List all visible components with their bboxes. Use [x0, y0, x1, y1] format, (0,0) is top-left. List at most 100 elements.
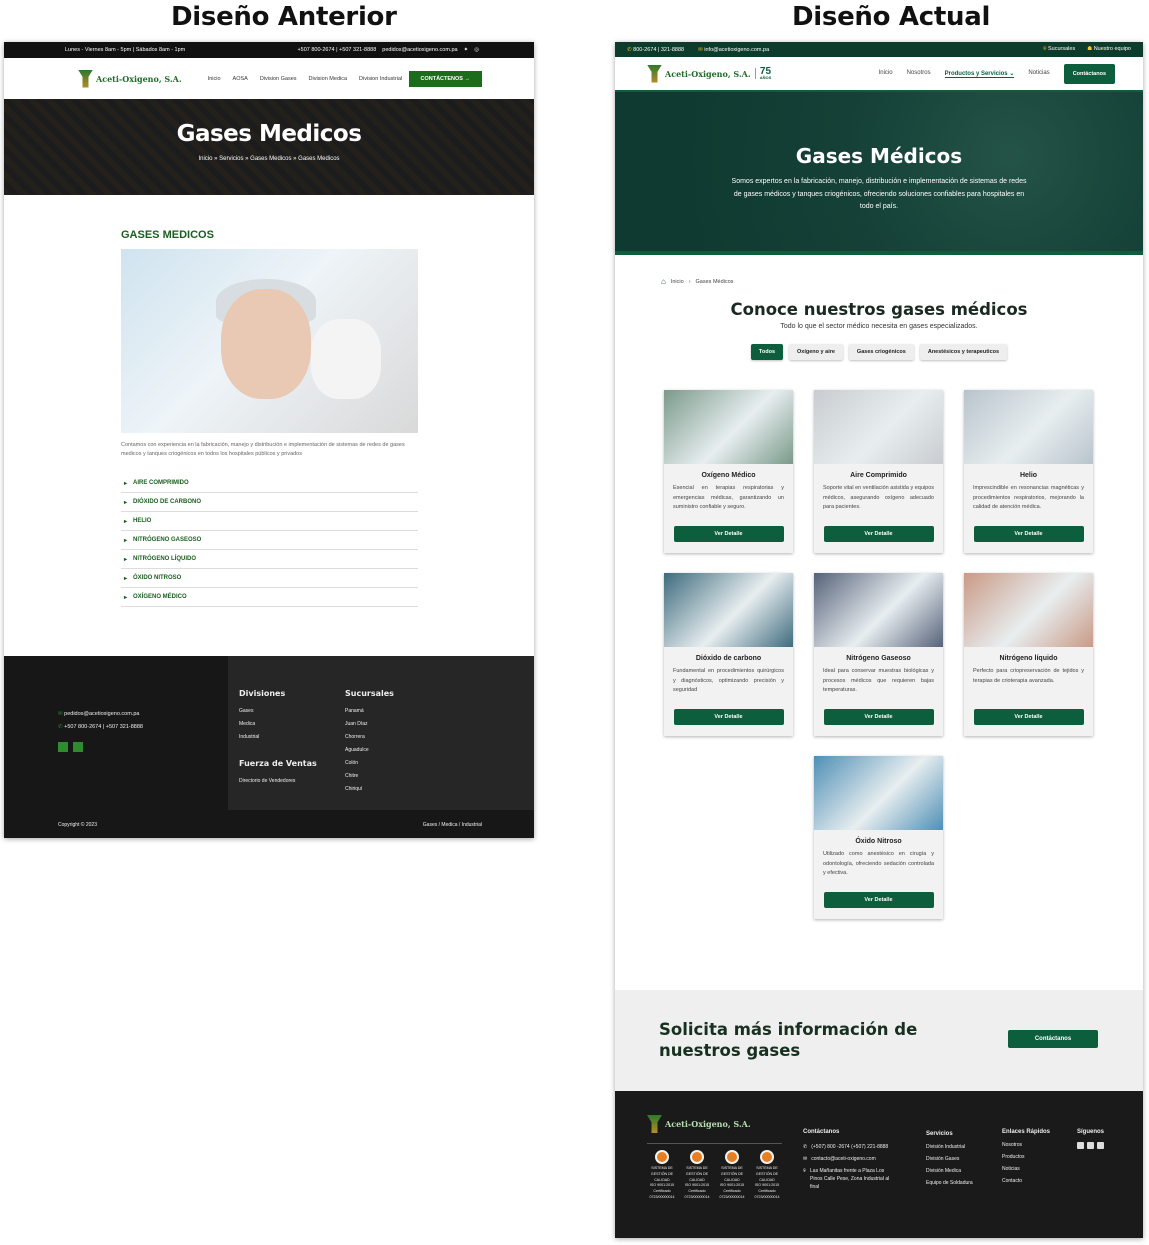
iso-certifications: SISTEMA DE GESTIÓN DE CALIDAD ISO 9001:20… — [647, 1143, 782, 1201]
old-footer-division-link[interactable]: Medica — [239, 718, 317, 731]
facebook-icon[interactable] — [1087, 1142, 1094, 1150]
accordion-item[interactable]: OXÍGENO MÉDICO — [121, 588, 418, 607]
footer-siguenos-title: Síguenos — [1077, 1129, 1105, 1135]
old-nav-link[interactable]: Inicio — [208, 76, 221, 82]
old-copyright: Copyright © 2023 — [58, 822, 97, 828]
product-photo — [814, 573, 943, 647]
old-topbar-email[interactable]: pedidos@acetioxigeno.com.pa — [382, 47, 457, 53]
old-footer-branch-link[interactable]: Chiriquí — [345, 783, 394, 796]
filter-tab[interactable]: Todos — [750, 344, 784, 360]
new-logo[interactable]: Aceti-Oxigeno, S.A. — [647, 64, 751, 83]
accordion-item[interactable]: NITRÓGENO LÍQUIDO — [121, 550, 418, 569]
footer-phone[interactable]: (+507) 800 -2674 (+507) 221-8888 — [811, 1143, 888, 1151]
location-pin-icon: ⌾ — [803, 1168, 807, 1175]
old-footer-division-link[interactable]: Gases — [239, 705, 317, 718]
old-footer-email[interactable]: ✉ pedidos@acetioxigeno.com.pa — [58, 708, 143, 721]
iso-seal-icon — [760, 1150, 774, 1164]
old-nav-link[interactable]: Division Industrial — [359, 76, 402, 82]
product-card[interactable]: Aire Comprimido Soporte vital en ventilac… — [814, 390, 943, 553]
iso-cert-badge: SISTEMA DE GESTIÓN DE CALIDAD ISO 9001:20… — [647, 1150, 677, 1201]
old-footer-links[interactable]: Gases / Medica / Industrial — [423, 822, 482, 828]
footer-logo[interactable]: Aceti-Oxigeno, S.A. — [647, 1115, 751, 1133]
twitter-icon[interactable]: ✦ — [464, 47, 469, 53]
product-card[interactable]: Helio Imprescindible en resonancias magné… — [964, 390, 1093, 553]
new-contact-button[interactable]: Contáctanos — [1063, 63, 1115, 84]
old-topbar-phone[interactable]: +507 800-2674 | +507 321-8888 — [297, 47, 376, 53]
old-footer-branch-link[interactable]: Juan Díaz — [345, 718, 394, 731]
accordion-item[interactable]: ÓXIDO NITROSO — [121, 569, 418, 588]
footer-servicio-link[interactable]: División Gases — [926, 1153, 973, 1165]
old-footer-sucursales-title: Sucursales — [345, 689, 394, 698]
accordion-item[interactable]: NITRÓGENO GASEOSO — [121, 531, 418, 550]
logo-mark-icon — [647, 64, 662, 83]
view-detail-button[interactable]: Ver Detalle — [973, 709, 1084, 725]
product-card[interactable]: Óxido Nitroso Utilizado como anestésico e… — [814, 756, 943, 919]
instagram-icon[interactable] — [73, 742, 83, 753]
old-footer-branch-link[interactable]: Colón — [345, 757, 394, 770]
footer-email[interactable]: contacto@aceti-oxigeno.com — [811, 1155, 876, 1163]
old-footer-division-link[interactable]: Industrial — [239, 731, 317, 744]
phone-icon: ✆ — [803, 1144, 808, 1151]
old-hero: Gases Medicos Inicio » Servicios » Gases… — [4, 99, 534, 195]
footer-enlace-link[interactable]: Productos — [1002, 1151, 1050, 1163]
product-card[interactable]: Oxígeno Médico Esencial en terapias respi… — [664, 390, 793, 553]
product-name: Nitrógeno líquido — [999, 655, 1058, 662]
view-detail-button[interactable]: Ver Detalle — [823, 526, 934, 542]
view-detail-button[interactable]: Ver Detalle — [673, 526, 784, 542]
cta-band: Solicita más información de nuestros gas… — [615, 990, 1143, 1091]
old-nav-link[interactable]: Division Medica — [309, 76, 348, 82]
footer-servicio-link[interactable]: Equipo de Soldadura — [926, 1177, 973, 1189]
old-nav-link[interactable]: AOSA — [233, 76, 248, 82]
accordion-item[interactable]: DIÓXIDO DE CARBONO — [121, 493, 418, 512]
instagram-icon[interactable] — [1077, 1142, 1084, 1150]
new-topbar-equipo[interactable]: ☗ Nuestro equipo — [1087, 46, 1131, 53]
old-footer-sucursales: Panamá Juan Díaz Chorrera Aguadulce Colón Chi… — [345, 705, 394, 796]
home-icon[interactable]: ⌂ — [661, 277, 666, 286]
footer-servicio-link[interactable]: División Medica — [926, 1165, 973, 1177]
instagram-icon[interactable]: ◎ — [474, 47, 479, 53]
old-footer-branch-link[interactable]: Chorrera — [345, 731, 394, 744]
twitter-icon[interactable] — [58, 742, 68, 753]
product-name: Óxido Nitroso — [855, 838, 902, 845]
linkedin-icon[interactable] — [1097, 1142, 1104, 1150]
view-detail-button[interactable]: Ver Detalle — [673, 709, 784, 725]
accordion-item[interactable]: AIRE COMPRIMIDO — [121, 474, 418, 493]
footer-servicio-link[interactable]: División Industrial — [926, 1141, 973, 1153]
old-footer-branch-link[interactable]: Panamá — [345, 705, 394, 718]
product-card[interactable]: Nitrógeno Gaseoso Ideal para conservar mu… — [814, 573, 943, 736]
product-photo — [814, 390, 943, 464]
old-design-panel: Lunes - Viernes 8am - 5pm | Sábados 8am … — [4, 42, 534, 838]
old-footer-ventas-link[interactable]: Directorio de Vendedores — [239, 775, 317, 788]
accordion-item[interactable]: HELIO — [121, 512, 418, 531]
old-footer-branch-link[interactable]: Aguadulce — [345, 744, 394, 757]
new-nav-link[interactable]: Noticias — [1028, 70, 1049, 78]
new-nav-link[interactable]: Inicio — [879, 70, 893, 78]
product-card[interactable]: Nitrógeno líquido Perfecto para crioprese… — [964, 573, 1093, 736]
footer-enlace-link[interactable]: Contacto — [1002, 1175, 1050, 1187]
footer-enlace-link[interactable]: Noticias — [1002, 1163, 1050, 1175]
old-breadcrumb[interactable]: Inicio » Servicios » Gases Medicos » Gas… — [4, 156, 534, 162]
footer-enlace-link[interactable]: Nosotros — [1002, 1139, 1050, 1151]
new-nav-link[interactable]: Productos y Servicios ⌄ — [944, 70, 1015, 78]
new-topbar-phone[interactable]: ✆ 800-2674 | 321-8888 — [627, 47, 684, 53]
new-topbar-email[interactable]: ✉ info@acetioxigeno.com.pa — [698, 47, 769, 53]
view-detail-button[interactable]: Ver Detalle — [973, 526, 1084, 542]
old-nav-link[interactable]: Division Gases — [260, 76, 297, 82]
old-logo[interactable]: Aceti-Oxigeno, S.A. — [78, 69, 182, 88]
old-footer-phone[interactable]: ✆ +507 800-2674 | +507 321-8888 — [58, 721, 143, 734]
product-photo — [964, 573, 1093, 647]
iso-cert-badge: SISTEMA DE GESTIÓN DE CALIDAD ISO 9001:20… — [682, 1150, 712, 1201]
new-design-panel: ✆ 800-2674 | 321-8888 ✉ info@acetioxigen… — [615, 42, 1143, 1238]
new-nav-link[interactable]: Nosotros — [907, 70, 931, 78]
filter-tab[interactable]: Gases criogénicos — [848, 344, 914, 360]
old-footer-branch-link[interactable]: Chitre — [345, 770, 394, 783]
cta-contact-button[interactable]: Contáctanos — [1008, 1030, 1098, 1048]
breadcrumb-home[interactable]: Inicio — [671, 279, 684, 285]
old-contact-button[interactable]: CONTÁCTENOS → — [408, 70, 482, 87]
filter-tab[interactable]: Anestésicos y terapeuticos — [919, 344, 1008, 360]
view-detail-button[interactable]: Ver Detalle — [823, 892, 934, 908]
filter-tab[interactable]: Oxígeno y aire — [789, 344, 843, 360]
product-card[interactable]: Dióxido de carbono Fundamental en procedi… — [664, 573, 793, 736]
view-detail-button[interactable]: Ver Detalle — [823, 709, 934, 725]
new-topbar-sucursales[interactable]: ⌾ Sucursales — [1043, 46, 1075, 53]
